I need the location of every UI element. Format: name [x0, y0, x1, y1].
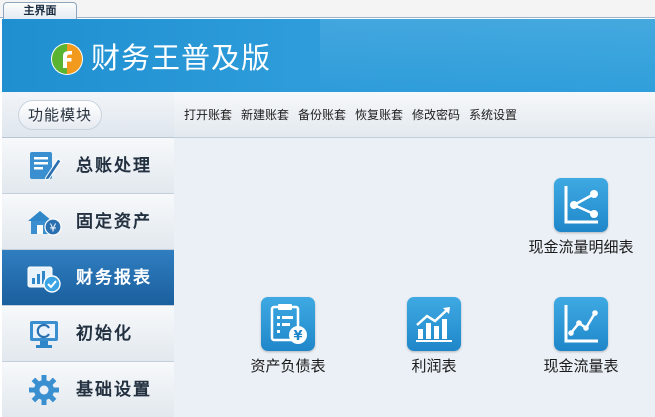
sidebar-item-general-ledger[interactable]: 总账处理 — [2, 138, 174, 194]
sidebar-item-financial-reports[interactable]: 财务报表 — [2, 250, 174, 306]
monitor-refresh-icon — [30, 321, 58, 348]
report-icon-bg — [554, 297, 608, 351]
sidebar-item-basic-settings[interactable]: 基础设置 — [2, 362, 174, 417]
toolbar-open-account-set[interactable]: 打开账套 — [184, 92, 232, 138]
main-panel: 现金流量明细表 ¥ 资产负债表 利润表 现金流量表 — [174, 138, 655, 417]
toolbar: 打开账套 新建账套 备份账套 恢复账套 修改密码 系统设置 — [174, 92, 655, 138]
header-banner: 财务王普及版 — [2, 19, 655, 92]
svg-text:¥: ¥ — [50, 222, 57, 235]
report-label: 资产负债表 — [250, 357, 326, 375]
report-check-icon — [27, 266, 61, 293]
ledger-pencil-icon — [30, 152, 62, 181]
report-icon-bg — [554, 178, 608, 232]
share-nodes-icon — [564, 186, 598, 224]
svg-text:¥: ¥ — [293, 329, 302, 344]
report-icon-bg — [407, 297, 461, 351]
sidebar: 功能模块 总账处理 ¥ 固定资产 财务报表 初始化 基础设置 — [2, 92, 174, 417]
house-yen-icon: ¥ — [28, 211, 62, 236]
sidebar-item-label: 财务报表 — [76, 268, 152, 288]
toolbar-change-password[interactable]: 修改密码 — [412, 92, 460, 138]
report-income-statement[interactable]: 利润表 — [379, 297, 489, 383]
bar-chart-up-icon — [416, 307, 452, 342]
report-icon-bg: ¥ — [261, 297, 315, 351]
tab-main[interactable]: 主界面 — [3, 2, 77, 19]
banner-decoration — [320, 19, 655, 92]
line-chart-icon — [564, 305, 598, 343]
sidebar-item-label: 固定资产 — [76, 212, 152, 232]
toolbar-system-settings[interactable]: 系统设置 — [469, 92, 517, 138]
app-logo-icon — [51, 43, 83, 75]
report-label: 现金流量明细表 — [528, 238, 634, 256]
report-label: 现金流量表 — [543, 357, 619, 375]
balance-sheet-icon: ¥ — [270, 304, 307, 344]
toolbar-restore-account-set[interactable]: 恢复账套 — [355, 92, 403, 138]
sidebar-header: 功能模块 — [2, 92, 174, 138]
tab-strip: 主界面 — [0, 0, 655, 19]
sidebar-title: 功能模块 — [18, 100, 102, 130]
gear-icon — [29, 375, 59, 405]
toolbar-new-account-set[interactable]: 新建账套 — [241, 92, 289, 138]
toolbar-backup-account-set[interactable]: 备份账套 — [298, 92, 346, 138]
sidebar-item-label: 初始化 — [76, 324, 133, 344]
sidebar-item-fixed-assets[interactable]: ¥ 固定资产 — [2, 194, 174, 250]
sidebar-item-initialization[interactable]: 初始化 — [2, 306, 174, 362]
report-cash-flow-detail[interactable]: 现金流量明细表 — [526, 178, 636, 264]
sidebar-item-label: 基础设置 — [76, 380, 152, 400]
sidebar-item-label: 总账处理 — [76, 156, 152, 176]
report-label: 利润表 — [411, 357, 457, 375]
report-cash-flow-statement[interactable]: 现金流量表 — [526, 297, 636, 383]
report-balance-sheet[interactable]: ¥ 资产负债表 — [233, 297, 343, 383]
app-title: 财务王普及版 — [91, 41, 272, 75]
